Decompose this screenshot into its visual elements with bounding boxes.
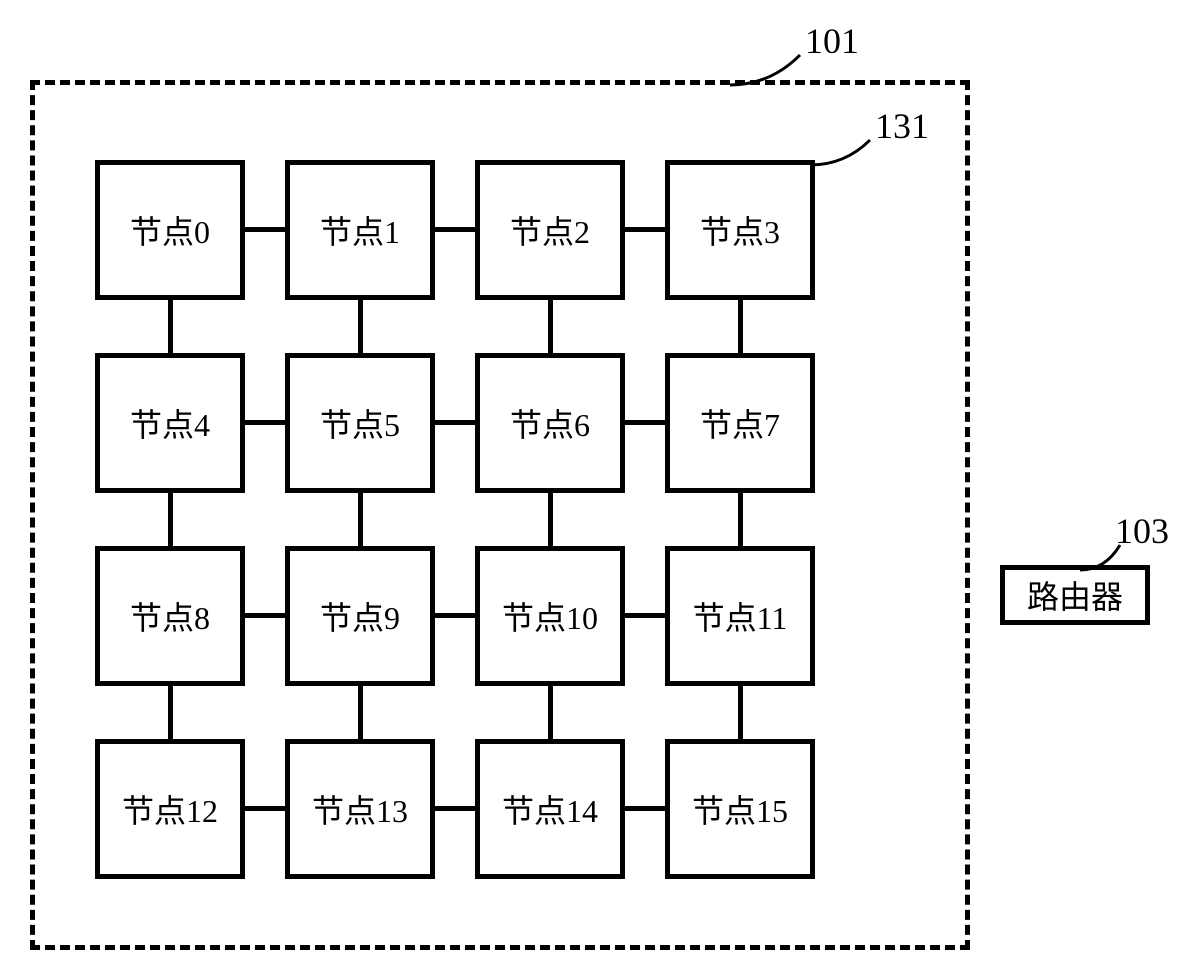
h-conn	[245, 227, 285, 232]
h-conn	[435, 613, 475, 618]
v-conn	[548, 300, 553, 353]
v-conn	[548, 686, 553, 739]
node-2: 节点2	[475, 160, 625, 300]
outer-container: 节点0 节点1 节点2 节点3 节点4 节点5 节点6 节点7 节点8 节点9 …	[30, 80, 970, 950]
v-conn	[548, 493, 553, 546]
h-conn	[435, 420, 475, 425]
router-box: 路由器	[1000, 565, 1150, 625]
node-0: 节点0	[95, 160, 245, 300]
node-10: 节点10	[475, 546, 625, 686]
v-conn	[738, 686, 743, 739]
node-11: 节点11	[665, 546, 815, 686]
v-conn	[168, 493, 173, 546]
node-3: 节点3	[665, 160, 815, 300]
node-13: 节点13	[285, 739, 435, 879]
node-5: 节点5	[285, 353, 435, 493]
node-4: 节点4	[95, 353, 245, 493]
label-101: 101	[805, 20, 859, 62]
v-conn	[738, 493, 743, 546]
h-conn	[435, 227, 475, 232]
h-conn	[625, 613, 665, 618]
v-conn	[168, 686, 173, 739]
v-conn	[358, 493, 363, 546]
node-7: 节点7	[665, 353, 815, 493]
node-1: 节点1	[285, 160, 435, 300]
h-conn	[625, 806, 665, 811]
node-9: 节点9	[285, 546, 435, 686]
v-conn	[358, 300, 363, 353]
h-conn	[245, 806, 285, 811]
node-12: 节点12	[95, 739, 245, 879]
node-15: 节点15	[665, 739, 815, 879]
node-14: 节点14	[475, 739, 625, 879]
v-conn	[738, 300, 743, 353]
node-6: 节点6	[475, 353, 625, 493]
v-conn	[168, 300, 173, 353]
h-conn	[435, 806, 475, 811]
node-8: 节点8	[95, 546, 245, 686]
h-conn	[245, 613, 285, 618]
h-conn	[625, 227, 665, 232]
h-conn	[625, 420, 665, 425]
node-grid: 节点0 节点1 节点2 节点3 节点4 节点5 节点6 节点7 节点8 节点9 …	[95, 160, 815, 880]
h-conn	[245, 420, 285, 425]
v-conn	[358, 686, 363, 739]
